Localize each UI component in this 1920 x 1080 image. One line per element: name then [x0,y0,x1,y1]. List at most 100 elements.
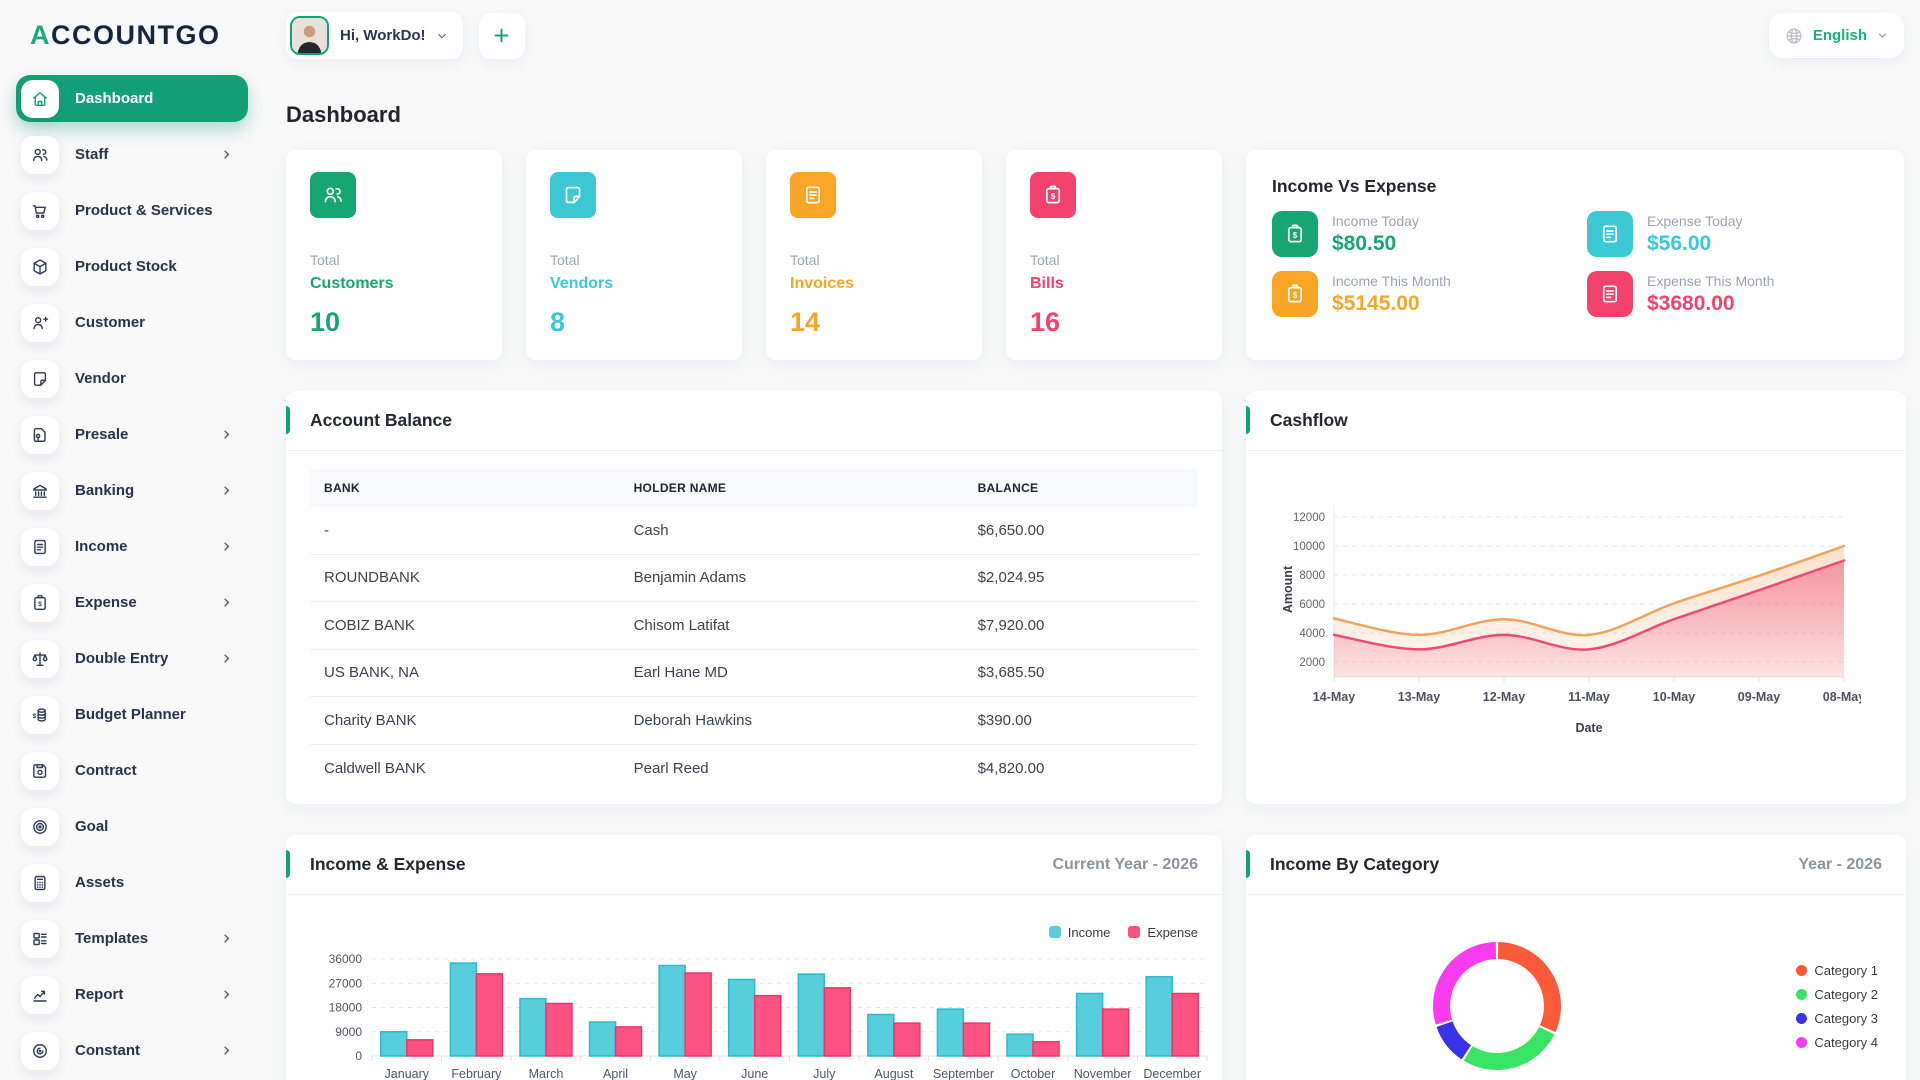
chevron-right-icon [219,595,234,610]
account-balance-header: Account Balance [286,391,1222,451]
legend-label: Category 3 [1814,1011,1878,1026]
sidebar-item-double-entry[interactable]: Double Entry [16,635,248,682]
target-icon [21,807,59,846]
sidebar-item-constant[interactable]: Constant [16,1027,248,1074]
table-row: ROUNDBANK Benjamin Adams $2,024.95 [310,555,1198,602]
cell-bank: Caldwell BANK [324,759,426,777]
header-accent-bar [1246,850,1250,878]
sidebar-item-goal[interactable]: Goal [16,803,248,850]
svg-text:September: September [933,1067,994,1080]
legend-dot [1796,1037,1808,1048]
sidebar-item-label: Budget Planner [75,706,186,723]
legend-item-category-3[interactable]: Category 3 [1796,1011,1878,1026]
user-menu[interactable]: Hi, WorkDo! [286,12,463,59]
stat-name: Invoices [790,275,855,292]
sidebar-item-income[interactable]: Income [16,523,248,570]
column-header-balance: BALANCE [977,481,1039,495]
user-plus-icon [21,303,59,342]
legend-item-expense[interactable]: Expense [1128,923,1198,941]
cashflow-card: Cashflow 2000 4000 6000 8000 10000 12000 14-Ma… [1246,391,1906,804]
account-balance-card: Account Balance BANK HOLDER NAME BALANCE… [286,391,1222,804]
sidebar-item-product-stock[interactable]: Product Stock [16,243,248,290]
legend-item-category-1[interactable]: Category 1 [1796,963,1878,978]
cell-holder: Pearl Reed [633,759,709,777]
table-row: Caldwell BANK Pearl Reed $4,820.00 [310,745,1198,793]
legend-item-income[interactable]: Income [1048,923,1110,941]
disc-icon [21,1031,59,1070]
chevron-right-icon [219,931,234,946]
sidebar-item-product-services[interactable]: Product & Services [16,187,248,234]
svg-text:9000: 9000 [335,1025,362,1039]
svg-text:November: November [1074,1067,1132,1080]
stat-prefix: Total [790,252,820,268]
income-expense-summary-item: $ Income Today $80.50 [1272,211,1563,257]
file-invoice-icon [21,527,59,566]
sidebar-item-label: Product & Services [75,202,213,219]
sidebar-item-budget-planner[interactable]: $ Budget Planner [16,691,248,738]
income-by-category-body: Category 1 Category 2 Category 3 Categor… [1246,895,1906,1080]
svg-text:12-May: 12-May [1483,690,1525,704]
income-expense-header: Income & Expense Current Year - 2026 [286,835,1222,895]
income-expense-card: Income & Expense Current Year - 2026 Inc… [286,835,1222,1080]
stat-prefix: Total [310,252,340,268]
cell-bank: ROUNDBANK [324,569,420,587]
sidebar-item-customer[interactable]: Customer [16,299,248,346]
svg-text:27000: 27000 [329,976,363,990]
income-by-category-header: Income By Category Year - 2026 [1246,835,1906,895]
sidebar-item-presale[interactable]: Presale [16,411,248,458]
sidebar-item-expense[interactable]: $ Expense [16,579,248,626]
bank-icon [21,471,59,510]
table-row: Charity BANK Deborah Hawkins $390.00 [310,697,1198,745]
summary-value: $3680.00 [1647,291,1735,315]
chevron-right-icon [219,987,234,1002]
scales-icon [21,639,59,678]
account-balance-title: Account Balance [310,410,452,430]
svg-text:4000: 4000 [1299,628,1325,640]
svg-text:10000: 10000 [1293,541,1325,553]
legend-dot [1796,989,1808,1000]
file-invoice-icon [1587,271,1633,317]
note-icon [550,172,596,218]
chevron-down-icon [1876,29,1889,42]
header-accent-bar [286,406,290,434]
sidebar-item-label: Expense [75,594,137,611]
svg-text:10-May: 10-May [1653,690,1695,704]
column-header-holder: HOLDER NAME [633,481,727,495]
save-icon [21,751,59,790]
legend-swatch [1048,926,1061,938]
cashflow-chart: 2000 4000 6000 8000 10000 12000 14-May 13-May 12… [1281,505,1861,735]
sidebar-item-assets[interactable]: Assets [16,859,248,906]
cell-balance: $390.00 [977,711,1032,729]
sidebar-item-staff[interactable]: Staff [16,131,248,178]
svg-text:$: $ [1051,192,1056,201]
legend-item-category-2[interactable]: Category 2 [1796,987,1878,1002]
sidebar-item-label: Report [75,986,124,1003]
language-selector[interactable]: English [1768,13,1904,58]
clipboard-dollar-icon: $ [21,583,59,622]
header-accent-bar [286,850,290,878]
svg-text:14-May: 14-May [1313,690,1355,704]
sidebar-item-templates[interactable]: Templates [16,915,248,962]
header-accent-bar [1246,406,1250,434]
chevron-right-icon [219,539,234,554]
cell-holder: Benjamin Adams [633,569,747,587]
svg-text:January: January [385,1067,430,1080]
page-title: Dashboard [286,102,401,127]
sidebar-item-vendor[interactable]: Vendor [16,355,248,402]
sidebar-item-banking[interactable]: Banking [16,467,248,514]
svg-text:6000: 6000 [1299,599,1325,611]
cashflow-header: Cashflow [1246,391,1906,451]
language-label: English [1812,27,1867,44]
svg-text:April: April [603,1067,628,1080]
legend-item-category-4[interactable]: Category 4 [1796,1035,1878,1050]
sidebar-item-contract[interactable]: Contract [16,747,248,794]
income-expense-summary-item: $ Income This Month $5145.00 [1272,271,1563,317]
svg-text:May: May [673,1067,697,1080]
sidebar-item-dashboard[interactable]: Dashboard [16,75,248,122]
income-expense-title: Income & Expense [310,854,466,874]
bottom-row: Income & Expense Current Year - 2026 Inc… [286,835,1906,1080]
app: ACCOUNTGO Dashboard Staff Product & Serv… [0,0,1920,1080]
file-badge-icon [21,415,59,454]
sidebar-item-report[interactable]: Report [16,971,248,1018]
add-button[interactable] [478,12,525,59]
